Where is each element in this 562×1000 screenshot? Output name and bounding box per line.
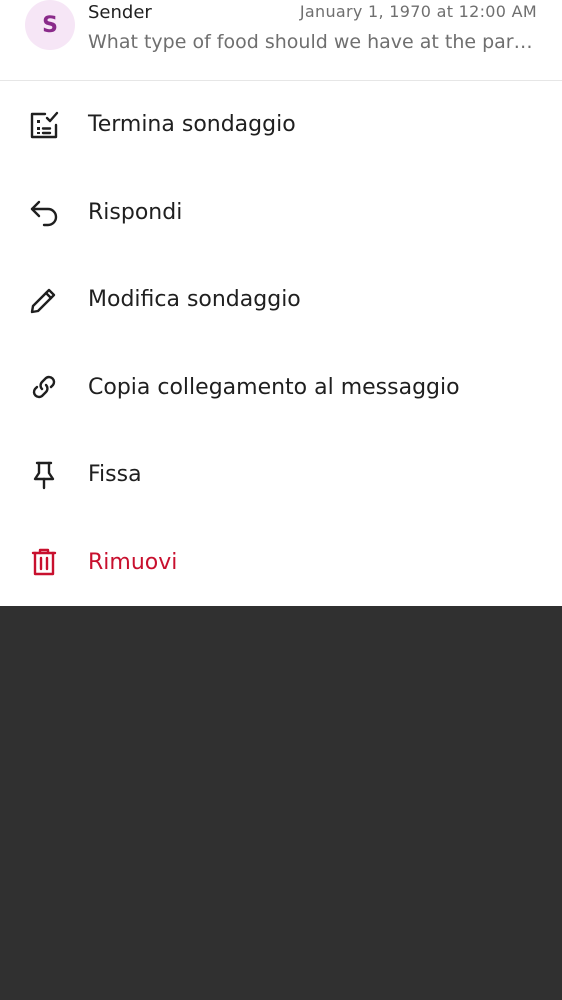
message-preview: What type of food should we have at the … xyxy=(88,31,540,53)
menu-item-label: Copia collegamento al messaggio xyxy=(88,374,460,400)
menu-item-remove[interactable]: Rimuovi xyxy=(0,519,562,607)
menu-item-label: Rispondi xyxy=(88,199,183,225)
reply-icon xyxy=(28,196,60,228)
menu-item-copy-link[interactable]: Copia collegamento al messaggio xyxy=(0,344,562,432)
menu-item-pin[interactable]: Fissa xyxy=(0,431,562,519)
avatar-initial: S xyxy=(42,12,58,38)
poll-check-icon xyxy=(28,109,60,141)
scrim-overlay[interactable] xyxy=(0,606,562,1000)
pin-icon xyxy=(28,459,60,491)
message-timestamp: January 1, 1970 at 12:00 AM xyxy=(299,2,537,21)
menu-item-label: Fissa xyxy=(88,462,142,488)
pencil-icon xyxy=(28,284,60,316)
trash-icon xyxy=(28,546,60,578)
link-icon xyxy=(28,371,60,403)
menu-item-edit-poll[interactable]: Modifica sondaggio xyxy=(0,256,562,344)
menu-item-label: Rimuovi xyxy=(88,549,178,575)
message-header: S Sender January 1, 1970 at 12:00 AM Wha… xyxy=(0,0,562,81)
menu-item-end-poll[interactable]: Termina sondaggio xyxy=(0,81,562,169)
menu-item-label: Modifica sondaggio xyxy=(88,287,301,313)
sender-name: Sender xyxy=(88,2,152,23)
menu-item-label: Termina sondaggio xyxy=(88,112,296,138)
actions-menu: Termina sondaggio Rispondi Modifica sond… xyxy=(0,81,562,606)
message-actions-sheet: S Sender January 1, 1970 at 12:00 AM Wha… xyxy=(0,0,562,606)
menu-item-reply[interactable]: Rispondi xyxy=(0,169,562,257)
avatar: S xyxy=(25,0,75,50)
